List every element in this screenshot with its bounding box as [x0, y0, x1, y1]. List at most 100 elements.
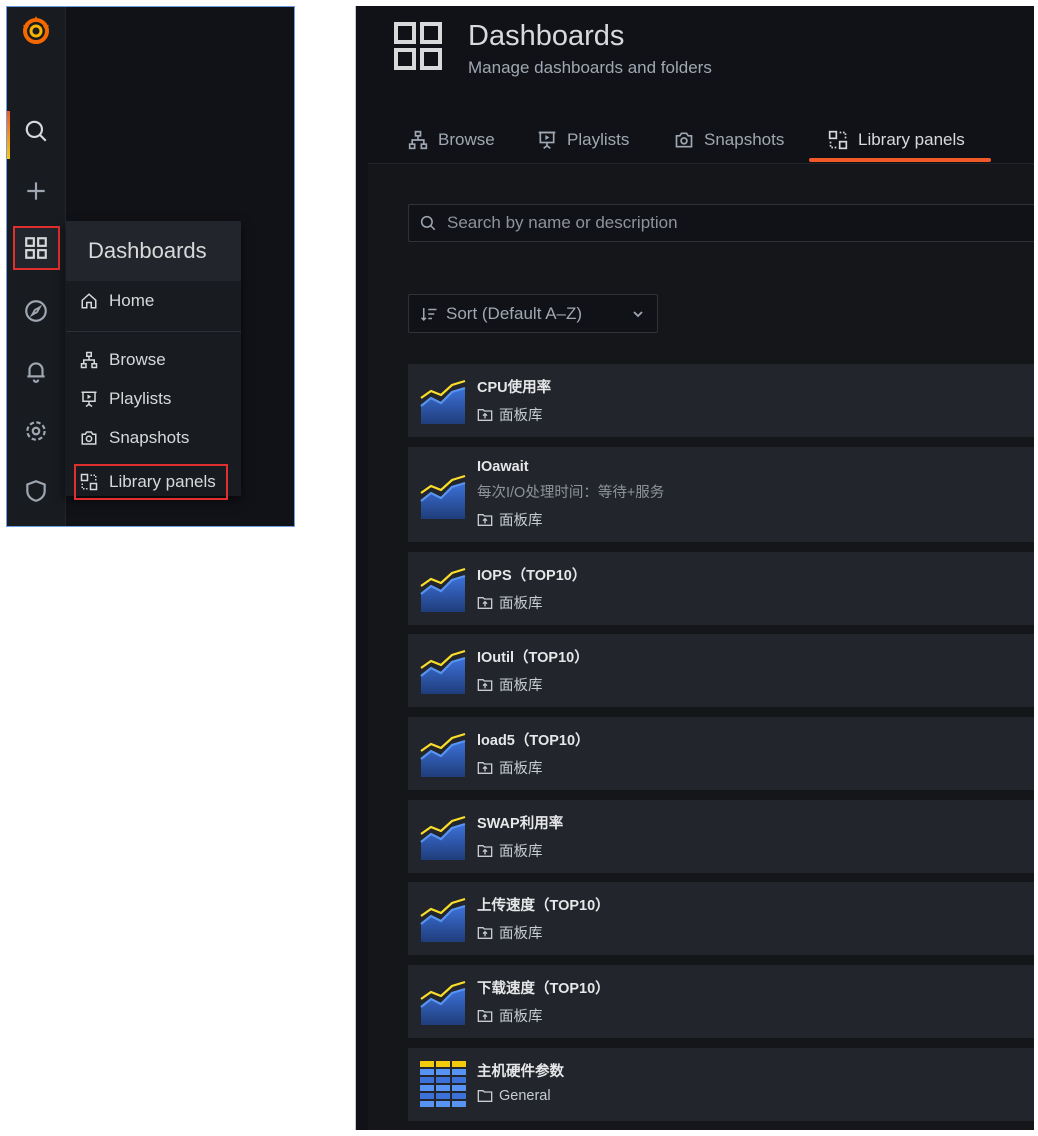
menu-item-label: Browse — [109, 350, 166, 369]
folder-upload-icon — [477, 844, 493, 857]
explore-nav-button[interactable] — [7, 285, 65, 337]
library-panel-card[interactable]: IOutil（TOP10） 面板库 — [408, 634, 1034, 707]
sort-select[interactable]: Sort (Default A–Z) — [408, 294, 658, 333]
camera-icon — [81, 431, 97, 445]
graph-panel-icon — [420, 567, 466, 612]
library-panel-card[interactable]: 上传速度（TOP10） 面板库 — [408, 882, 1034, 955]
tab-label: Snapshots — [704, 130, 785, 149]
library-panel-card[interactable]: IOPS（TOP10） 面板库 — [408, 552, 1034, 625]
dashboards-dropdown-menu: Dashboards Home Browse Playlists Snapsho… — [66, 221, 241, 500]
panel-description: 每次I/O处理时间：等待+服务 — [477, 485, 665, 501]
home-icon — [81, 293, 97, 309]
panel-folder: 面板库 — [477, 757, 543, 778]
panel-folder-label: 面板库 — [499, 844, 543, 860]
panel-folder-label: 面板库 — [499, 408, 543, 424]
panel-folder: General — [477, 1088, 551, 1104]
panel-folder: 面板库 — [477, 922, 543, 943]
panel-folder: 面板库 — [477, 674, 543, 695]
library-panel-card[interactable]: IOawait 每次I/O处理时间：等待+服务面板库 — [408, 447, 1034, 542]
sitemap-icon — [408, 130, 428, 150]
presentation-play-icon — [538, 131, 556, 149]
library-panel-icon — [828, 130, 848, 150]
menu-item-playlists[interactable]: Playlists — [80, 386, 171, 412]
shield-icon — [26, 480, 46, 502]
tab-label: Playlists — [567, 130, 630, 149]
panel-title: 上传速度（TOP10） — [477, 898, 610, 914]
panel-folder: 面板库 — [477, 840, 543, 861]
sort-amount-down-icon — [420, 307, 437, 321]
panel-folder-label: 面板库 — [499, 678, 543, 694]
sort-label: Sort (Default A–Z) — [446, 303, 583, 323]
chevron-down-icon — [633, 311, 643, 318]
folder-upload-icon — [477, 513, 493, 526]
panel-folder: 面板库 — [477, 404, 543, 425]
library-panel-card[interactable]: load5（TOP10） 面板库 — [408, 717, 1034, 790]
side-menu — [7, 7, 66, 526]
presentation-play-icon — [81, 391, 97, 408]
panel-folder-label: 面板库 — [499, 761, 543, 777]
graph-panel-icon — [420, 897, 466, 942]
plus-icon — [27, 182, 45, 200]
folder-upload-icon — [477, 678, 493, 691]
graph-panel-icon — [420, 474, 466, 519]
panel-title: load5（TOP10） — [477, 733, 590, 749]
panel-folder-label: 面板库 — [499, 596, 543, 612]
graph-panel-icon — [420, 379, 466, 424]
panel-folder-label: 面板库 — [499, 926, 543, 942]
menu-item-home[interactable]: Home — [80, 288, 154, 314]
library-panel-card[interactable]: CPU使用率面板库 — [408, 364, 1034, 437]
apps-icon — [25, 237, 47, 259]
menu-item-label: Home — [109, 291, 155, 310]
nav-menu-screenshot: Dashboards Home Browse Playlists Snapsho… — [6, 6, 295, 527]
sitemap-icon — [80, 351, 98, 369]
panel-title: CPU使用率 — [477, 380, 552, 396]
library-panel-card[interactable]: 下载速度（TOP10） 面板库 — [408, 965, 1034, 1038]
tab-snapshots[interactable]: Snapshots — [674, 126, 784, 154]
table-panel-icon — [420, 1061, 466, 1107]
library-panel-card[interactable]: SWAP利用率 面板库 — [408, 800, 1034, 873]
search-input[interactable] — [445, 212, 1034, 234]
camera-icon — [675, 132, 693, 148]
menu-item-browse[interactable]: Browse — [80, 347, 166, 373]
configuration-nav-button[interactable] — [7, 405, 65, 457]
compass-icon — [25, 300, 47, 322]
menu-item-label: Snapshots — [109, 428, 190, 447]
menu-header[interactable]: Dashboards — [66, 221, 241, 281]
cog-icon — [26, 421, 46, 441]
menu-divider — [66, 331, 241, 332]
tab-library-panels[interactable]: Library panels — [828, 126, 965, 154]
panel-title: IOawait — [477, 459, 529, 475]
graph-panel-icon — [420, 732, 466, 777]
panel-title: IOPS（TOP10） — [477, 568, 587, 584]
search-box[interactable] — [408, 204, 1034, 242]
dashboards-nav-button[interactable] — [7, 222, 65, 274]
tab-browse[interactable]: Browse — [408, 126, 495, 154]
tab-playlists[interactable]: Playlists — [537, 126, 629, 154]
alerting-nav-button[interactable] — [7, 345, 65, 397]
panel-title: IOutil（TOP10） — [477, 650, 589, 666]
server-admin-nav-button[interactable] — [7, 465, 65, 517]
grafana-logo[interactable] — [19, 13, 53, 47]
folder-upload-icon — [477, 596, 493, 609]
menu-item-snapshots[interactable]: Snapshots — [80, 425, 189, 451]
panel-folder-label: 面板库 — [499, 1009, 543, 1025]
apps-icon — [394, 22, 442, 70]
search-icon — [420, 215, 436, 231]
panel-title: SWAP利用率 — [477, 816, 564, 832]
menu-item-label: Playlists — [109, 389, 172, 408]
menu-item-label: Library panels — [109, 472, 216, 491]
folder-upload-icon — [477, 761, 493, 774]
search-icon — [25, 120, 47, 142]
tab-label: Browse — [438, 130, 495, 149]
menu-item-library-panels[interactable]: Library panels — [80, 469, 216, 495]
search-nav-button[interactable] — [7, 105, 65, 159]
library-panel-card[interactable]: 主机硬件参数 General — [408, 1048, 1034, 1121]
panel-title: 主机硬件参数 — [477, 1064, 564, 1080]
create-nav-button[interactable] — [7, 165, 65, 217]
panel-folder-label: 面板库 — [499, 513, 543, 529]
graph-panel-icon — [420, 815, 466, 860]
bell-icon — [27, 362, 45, 383]
library-panels-screenshot: Dashboards Manage dashboards and folders… — [355, 6, 1034, 1130]
folder-upload-icon — [477, 926, 493, 939]
folder-icon — [477, 1090, 493, 1102]
